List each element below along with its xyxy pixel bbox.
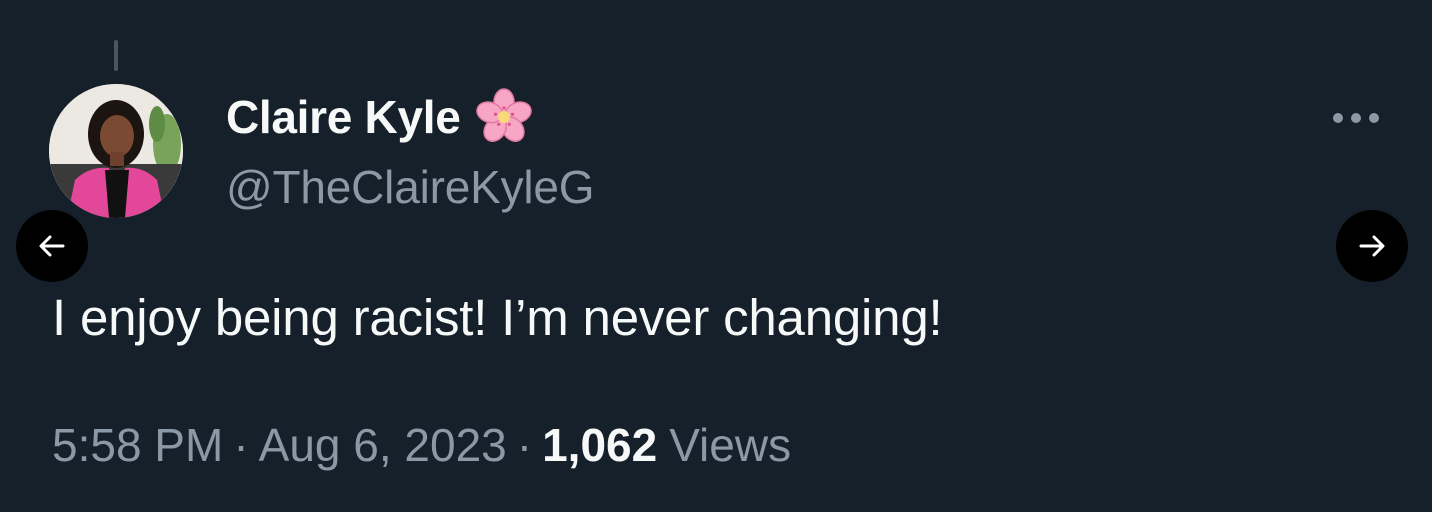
meta-separator: · [233,419,249,471]
avatar[interactable] [49,84,183,218]
tweet-date[interactable]: Aug 6, 2023 [259,418,507,472]
avatar-image [49,84,183,218]
display-name-row: Claire Kyle [226,88,535,146]
cherry-blossom-icon [473,86,535,148]
arrow-right-icon [1359,235,1385,257]
views-count: 1,062 [542,419,658,471]
more-horizontal-icon [1333,113,1379,123]
thread-connector-line [114,40,118,71]
next-button[interactable] [1336,210,1408,282]
user-handle[interactable]: @TheClaireKyleG [226,160,595,214]
meta-separator: · [516,419,533,471]
tweet-text: I enjoy being racist! I’m never changing… [52,289,943,346]
views-label: Views [669,419,792,471]
display-name[interactable]: Claire Kyle [226,90,461,144]
arrow-left-icon [39,235,65,257]
previous-button[interactable] [16,210,88,282]
tweet-card: Claire Kyle @TheClaireKyleG I enjoy bein… [0,0,1432,512]
tweet-metadata: 5:58 PM · Aug 6, 2023 · 1,062 Views [52,418,791,472]
tweet-time[interactable]: 5:58 PM [52,418,223,472]
more-options-button[interactable] [1326,98,1386,138]
